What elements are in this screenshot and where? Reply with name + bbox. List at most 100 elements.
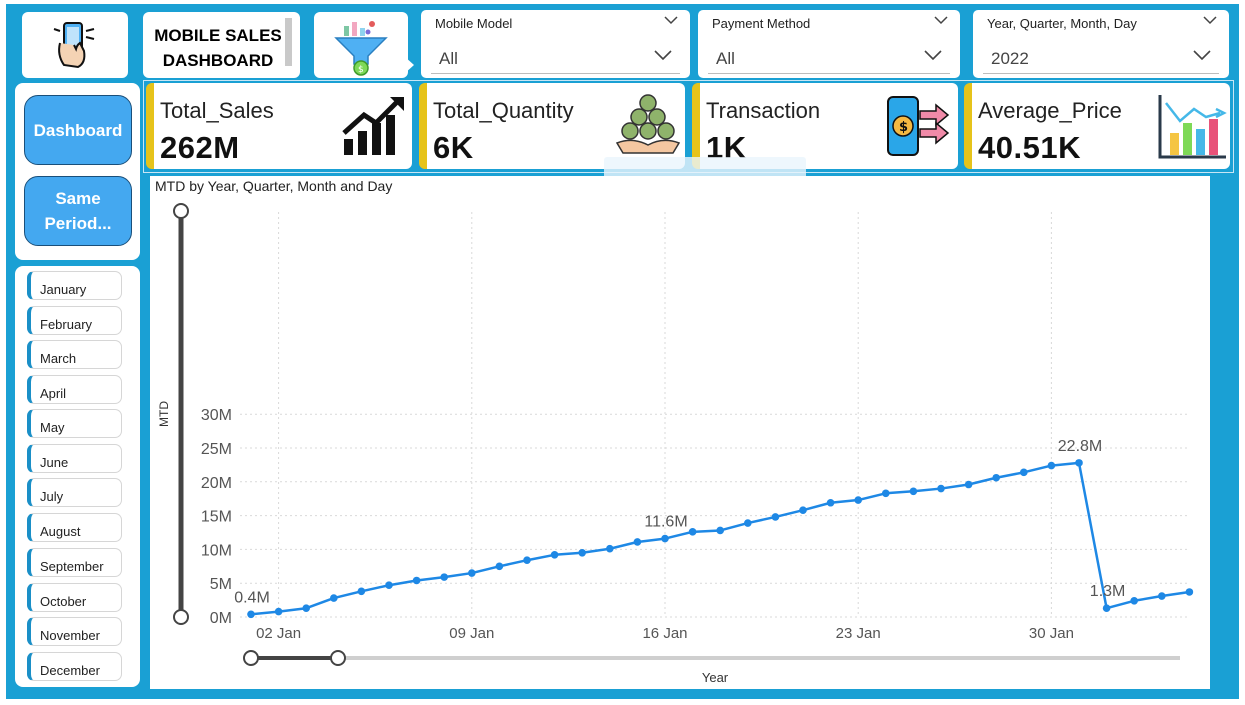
data-point	[854, 496, 862, 504]
filter-tile-pointer	[404, 56, 414, 74]
phone-in-hand-icon	[53, 22, 95, 69]
month-item-april[interactable]: April	[27, 375, 122, 404]
slicer-value: 2022	[991, 49, 1029, 68]
month-label: October	[40, 594, 87, 609]
month-item-november[interactable]: November	[27, 617, 122, 646]
data-point	[440, 573, 449, 581]
data-point	[688, 528, 697, 536]
month-item-march[interactable]: March	[27, 340, 122, 369]
data-point	[412, 576, 421, 585]
month-item-august[interactable]: August	[27, 513, 122, 542]
data-point	[826, 498, 835, 507]
funnel-filter-icon: $	[334, 21, 388, 76]
data-point	[716, 526, 724, 535]
kpi-label: Transaction	[706, 98, 821, 123]
month-label: February	[40, 317, 93, 332]
month-label: April	[40, 386, 67, 401]
kpi-label: Total_Sales	[160, 98, 274, 123]
data-point	[992, 473, 1000, 482]
trending-up-chart-icon	[342, 97, 404, 155]
month-item-december[interactable]: December	[27, 652, 122, 681]
slicer-label: Mobile Model	[435, 16, 513, 31]
month-item-february[interactable]: February	[27, 306, 122, 335]
data-point	[799, 506, 807, 514]
month-item-january[interactable]: January	[27, 271, 122, 300]
mobile-model-dropdown[interactable]: All	[431, 40, 680, 74]
data-label: 22.8M	[1058, 438, 1102, 455]
x-tick-label: 09 Jan	[449, 625, 494, 642]
data-label: 11.6M	[644, 514, 687, 531]
month-item-september[interactable]: September	[27, 548, 122, 577]
month-item-june[interactable]: June	[27, 444, 122, 473]
data-point	[1158, 592, 1166, 600]
x-tick-label: 30 Jan	[1029, 625, 1074, 642]
dashboard-title: MOBILE SALES DASHBOARD	[154, 26, 282, 70]
y-tick-label: 0M	[210, 610, 232, 627]
y-tick-label: 5M	[210, 576, 232, 593]
slicer-label: Payment Method	[712, 16, 811, 31]
chevron-down-icon[interactable]	[664, 15, 678, 25]
kpi-value: 6K	[433, 130, 474, 165]
chevron-down-icon[interactable]	[1203, 15, 1217, 25]
month-label: June	[40, 455, 69, 470]
x-tick-label: 02 Jan	[256, 625, 301, 642]
data-point	[247, 610, 255, 619]
data-point	[357, 587, 366, 596]
chart-canvas: 0M 5M 10M 15M 20M 25M 30M 02 Jan 09 Jan 16 Jan 23 …	[157, 203, 1194, 685]
data-point	[385, 581, 393, 590]
month-item-october[interactable]: October	[27, 583, 122, 612]
data-point	[1185, 588, 1194, 596]
x-axis-title: Year	[702, 670, 729, 685]
payment-method-dropdown[interactable]: All	[708, 40, 950, 74]
y-tick-label: 20M	[201, 475, 232, 492]
data-point	[661, 534, 669, 543]
x-tick-label: 16 Jan	[642, 625, 687, 642]
coins-in-hand-icon	[615, 94, 681, 154]
data-point	[606, 544, 614, 553]
chevron-down-icon[interactable]	[1193, 49, 1211, 61]
y-zoom-handle-bottom	[173, 609, 189, 625]
kpi-label: Total_Quantity	[433, 98, 574, 123]
dashboard-button[interactable]: Dashboard	[24, 95, 132, 165]
month-item-july[interactable]: July	[27, 478, 122, 507]
dashboard-title-tile: MOBILE SALES DASHBOARD	[143, 12, 300, 78]
title-scrollbar	[285, 18, 292, 66]
data-point	[468, 569, 476, 577]
data-point	[771, 513, 780, 521]
data-point	[882, 489, 890, 498]
y-tick-label: 15M	[201, 509, 232, 526]
data-point	[1020, 468, 1028, 477]
kpi-card-average-price: Average_Price 40.51K	[964, 83, 1230, 169]
chevron-down-icon[interactable]	[934, 15, 948, 25]
chart-title: MTD by Year, Quarter, Month and Day	[155, 178, 393, 194]
data-point	[495, 562, 504, 571]
svg-text:$: $	[899, 120, 908, 135]
filter-tile[interactable]: $	[314, 12, 408, 78]
data-point	[302, 604, 310, 613]
y-axis-title: MTD	[157, 401, 171, 427]
month-label: November	[40, 628, 100, 643]
slicer-value: All	[439, 49, 458, 68]
x-zoom-handle-left	[243, 650, 259, 666]
mobile-model-slicer[interactable]: Mobile Model All	[421, 10, 690, 78]
date-hierarchy-dropdown[interactable]: 2022	[983, 40, 1219, 74]
data-point	[964, 480, 973, 489]
x-tick-label: 23 Jan	[836, 625, 881, 642]
kpi-label: Average_Price	[978, 98, 1122, 123]
series-line	[250, 461, 1190, 616]
same-period-button[interactable]: Same Period...	[24, 176, 132, 246]
payment-method-slicer[interactable]: Payment Method All	[698, 10, 960, 78]
y-tick-label: 10M	[201, 542, 232, 559]
y-tick-label: 25M	[201, 441, 232, 458]
data-point	[523, 556, 531, 565]
month-label: July	[40, 489, 64, 504]
month-label: January	[40, 282, 87, 297]
chevron-down-icon[interactable]	[654, 49, 672, 61]
month-label: August	[40, 524, 81, 539]
month-item-may[interactable]: May	[27, 409, 122, 438]
data-point	[1102, 604, 1111, 613]
date-hierarchy-slicer[interactable]: Year, Quarter, Month, Day 2022	[973, 10, 1229, 78]
chevron-down-icon[interactable]	[924, 49, 942, 61]
kpi-value: 40.51K	[978, 130, 1081, 165]
data-point	[1047, 461, 1056, 470]
